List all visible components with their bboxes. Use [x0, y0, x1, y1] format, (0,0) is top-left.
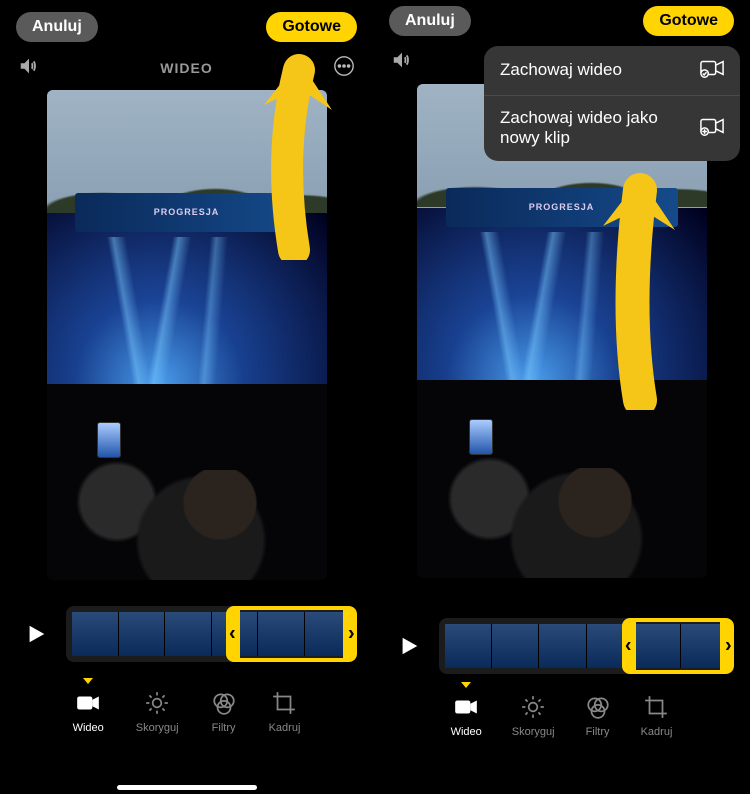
menu-label: Zachowaj wideo jako nowy klip	[500, 108, 700, 149]
tab-label: Wideo	[73, 722, 104, 734]
video-icon	[453, 694, 479, 720]
more-icon[interactable]	[333, 55, 355, 82]
done-button[interactable]: Gotowe	[643, 6, 734, 36]
mode-title: WIDEO	[160, 60, 212, 76]
tab-video[interactable]: Wideo	[451, 694, 482, 738]
play-button[interactable]	[16, 614, 56, 654]
crop-icon	[643, 694, 669, 720]
play-button[interactable]	[389, 626, 429, 666]
topbar: Anuluj Gotowe	[373, 0, 750, 44]
tab-filters[interactable]: Filtry	[585, 694, 611, 738]
home-indicator[interactable]	[117, 785, 257, 790]
crop-icon	[271, 690, 297, 716]
menu-label: Zachowaj wideo	[500, 60, 700, 80]
timeline-row: ‹ ›	[373, 578, 750, 674]
tab-adjust[interactable]: Skoryguj	[512, 694, 555, 738]
timeline-selection[interactable]: ‹ ›	[226, 606, 357, 662]
adjust-icon	[520, 694, 546, 720]
bottom-tabs: Wideo Skoryguj Filtry Kadruj	[0, 662, 373, 754]
tab-adjust[interactable]: Skoryguj	[136, 690, 179, 734]
trim-handle-left[interactable]: ‹	[625, 635, 631, 658]
timeline-scrubber[interactable]: ‹ ›	[66, 606, 357, 662]
menu-item-save-video[interactable]: Zachowaj wideo	[484, 46, 740, 96]
cancel-button[interactable]: Anuluj	[16, 12, 98, 42]
tab-label: Kadruj	[269, 722, 301, 734]
trim-handle-left[interactable]: ‹	[229, 623, 235, 646]
stage-banner: PROGRESJA	[75, 193, 299, 232]
timeline-row: ‹ ›	[0, 580, 373, 662]
filters-icon	[585, 694, 611, 720]
filters-icon	[211, 690, 237, 716]
tab-label: Wideo	[451, 726, 482, 738]
save-menu: Zachowaj wideo Zachowaj wideo jako nowy …	[484, 46, 740, 161]
trim-handle-right[interactable]: ›	[348, 623, 354, 646]
crowd-phone	[97, 422, 121, 458]
crowd-phone	[469, 419, 493, 455]
timeline-selection[interactable]: ‹ ›	[622, 618, 734, 674]
menu-item-save-as-new[interactable]: Zachowaj wideo jako nowy klip	[484, 96, 740, 161]
screen-save-menu: Anuluj Gotowe Zachowaj wideo Zachowaj wi…	[373, 0, 750, 794]
trim-handle-right[interactable]: ›	[725, 635, 731, 658]
cancel-button[interactable]: Anuluj	[389, 6, 471, 36]
screen-video-edit: Anuluj Gotowe WIDEO PROGRESJA	[0, 0, 373, 794]
tab-crop[interactable]: Kadruj	[269, 690, 301, 734]
tab-label: Filtry	[586, 726, 610, 738]
tab-video[interactable]: Wideo	[73, 690, 104, 734]
foreground-person	[175, 470, 265, 580]
camera-check-icon	[700, 58, 724, 83]
done-button[interactable]: Gotowe	[266, 12, 357, 42]
camera-plus-icon	[700, 116, 724, 141]
subbar: WIDEO	[0, 50, 373, 90]
stage-banner: PROGRESJA	[446, 188, 678, 228]
tab-label: Skoryguj	[136, 722, 179, 734]
video-icon	[75, 690, 101, 716]
tab-label: Filtry	[212, 722, 236, 734]
tab-crop[interactable]: Kadruj	[641, 694, 673, 738]
bottom-tabs: Wideo Skoryguj Filtry Kadruj	[373, 674, 750, 758]
timeline-scrubber[interactable]: ‹ ›	[439, 618, 734, 674]
foreground-person	[550, 468, 640, 578]
video-preview[interactable]: PROGRESJA	[47, 90, 327, 580]
tab-filters[interactable]: Filtry	[211, 690, 237, 734]
volume-icon[interactable]	[391, 49, 413, 76]
volume-icon[interactable]	[18, 55, 40, 82]
tab-label: Kadruj	[641, 726, 673, 738]
adjust-icon	[144, 690, 170, 716]
topbar: Anuluj Gotowe	[0, 0, 373, 50]
tab-label: Skoryguj	[512, 726, 555, 738]
